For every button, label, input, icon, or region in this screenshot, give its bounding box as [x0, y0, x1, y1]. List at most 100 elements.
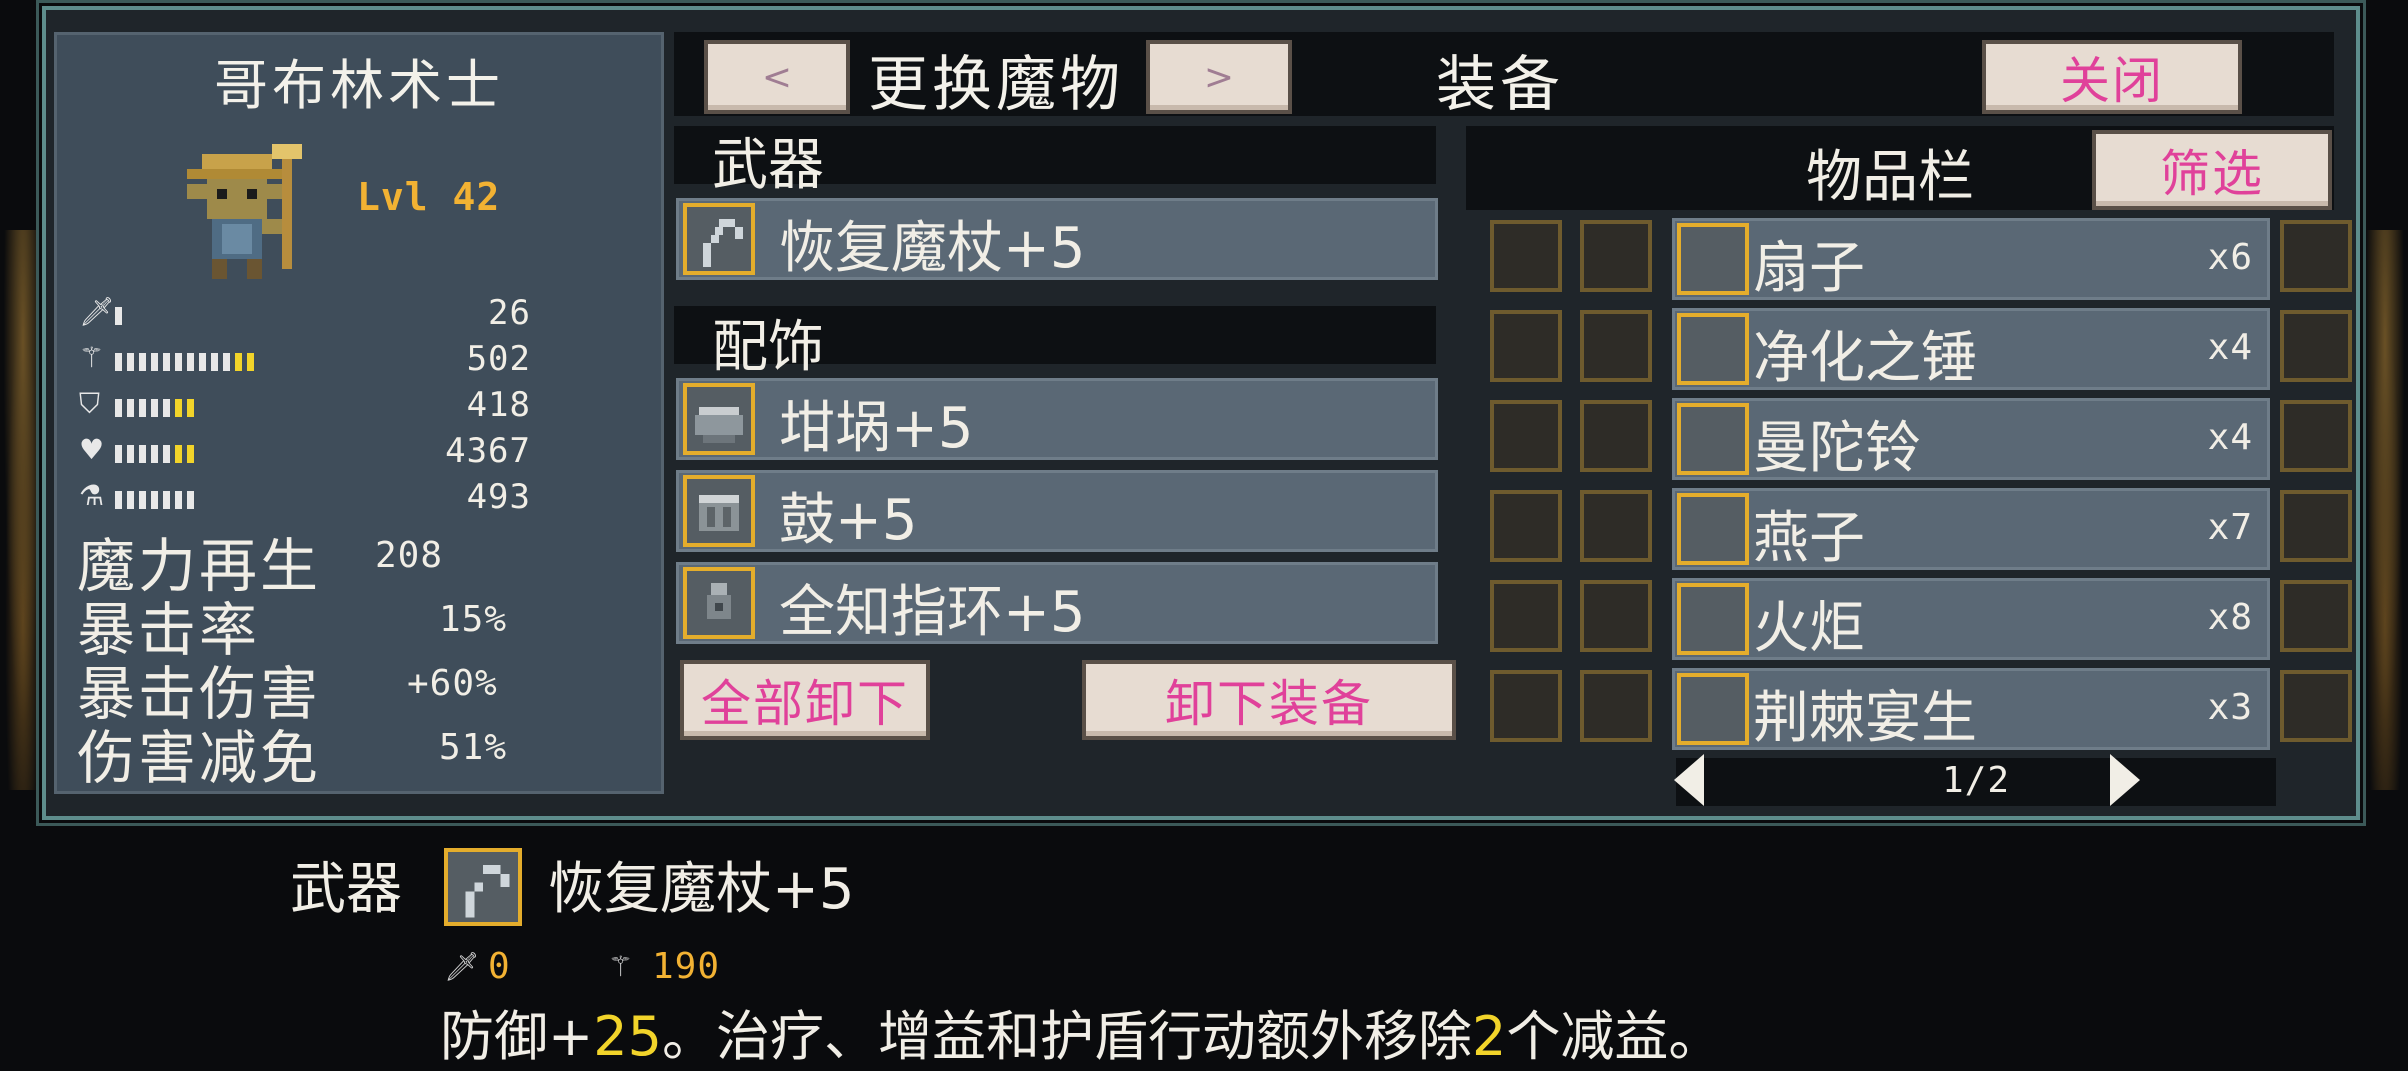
switch-monster-label: 更换魔物 — [868, 50, 1124, 120]
stat-value: 502 — [466, 339, 531, 379]
chevron-right-icon: > — [1203, 56, 1235, 98]
hammer-icon — [1677, 313, 1749, 385]
feather-icon[interactable] — [1580, 310, 1652, 382]
damage-reduction-label: 伤害减免 — [77, 724, 322, 792]
unequip-button[interactable]: 卸下装备 — [1082, 660, 1456, 740]
stat-value: 26 — [488, 293, 531, 333]
item-name: 荆棘宴生 — [1753, 686, 1977, 751]
inventory-title: 物品栏 — [1806, 145, 1974, 210]
item-count: x8 — [2207, 597, 2253, 638]
tooltip-attack-value: 0 — [488, 946, 511, 987]
sword-icon[interactable] — [2280, 490, 2352, 562]
cauldron-icon — [683, 383, 755, 455]
damage-reduction-value: 51% — [439, 727, 508, 768]
weapon-slot-row[interactable]: 恢复魔杖+5 — [676, 198, 1438, 281]
stat-bar — [115, 353, 254, 371]
crit-damage-value: +60% — [407, 663, 498, 704]
item-name: 扇子 — [1753, 236, 1865, 301]
stat-bar — [115, 491, 194, 509]
list-item[interactable]: 扇子 x6 — [1672, 218, 2270, 301]
next-monster-button[interactable]: > — [1146, 40, 1292, 114]
sickle-icon[interactable] — [1580, 220, 1652, 292]
accessory-section-header: 配饰 — [674, 306, 1436, 380]
axe-icon[interactable] — [2280, 580, 2352, 652]
filter-button[interactable]: 筛选 — [2092, 130, 2332, 210]
item-name: 火炬 — [1753, 596, 1865, 661]
crit-rate-value: 15% — [439, 599, 508, 640]
crook-icon[interactable] — [2280, 670, 2352, 742]
bell-icon[interactable] — [1490, 310, 1562, 382]
spear-icon — [1677, 493, 1749, 565]
accessory-slot-row[interactable]: 全知指环+5 — [676, 562, 1438, 645]
fan-icon — [1677, 223, 1749, 295]
brush-icon[interactable] — [1490, 670, 1562, 742]
tooltip-item-name: 恢复魔杖+5 — [548, 857, 855, 922]
list-item[interactable]: 净化之锤 x4 — [1672, 308, 2270, 391]
equipment-window: 哥布林术士 Lvl 42 🗡 26 ⚚ 502 ⛉ 418 ♥ 4367 ⚗ 4… — [42, 6, 2360, 820]
horn-icon[interactable] — [1580, 670, 1652, 742]
prev-page-arrow-icon[interactable] — [1674, 754, 1704, 806]
staff-icon — [683, 203, 755, 275]
item-name: 净化之锤 — [1753, 326, 1977, 391]
item-count: x7 — [2207, 507, 2253, 548]
chevron-left-icon: < — [761, 56, 793, 98]
accessory-name: 全知指环+5 — [779, 580, 1086, 645]
stat-value: 493 — [466, 477, 531, 517]
prev-monster-button[interactable]: < — [704, 40, 850, 114]
ring-icon — [683, 567, 755, 639]
tooltip-magic-value: 190 — [652, 946, 721, 987]
item-tooltip: 武器 恢复魔杖+5 🗡 0 ⚚ 190 防御+25。治疗、增益和护盾行动额外移除… — [0, 830, 2408, 1068]
item-name: 燕子 — [1753, 506, 1865, 571]
orb-icon[interactable] — [1580, 490, 1652, 562]
stat-value: 418 — [466, 385, 531, 425]
list-item[interactable]: 曼陀铃 x4 — [1672, 398, 2270, 481]
weapon-name: 恢复魔杖+5 — [779, 216, 1086, 281]
flask-icon: ⚗ — [79, 479, 105, 512]
stat-bar — [115, 445, 194, 463]
accessory-section-label: 配饰 — [712, 315, 824, 380]
unequip-all-button[interactable]: 全部卸下 — [680, 660, 930, 740]
wand-icon[interactable] — [1490, 580, 1562, 652]
blade-icon[interactable] — [1580, 580, 1652, 652]
page-indicator: 1/2 — [1941, 760, 2011, 801]
character-name: 哥布林术士 — [214, 54, 504, 117]
shield-icon: ⛉ — [79, 387, 101, 420]
list-item[interactable]: 火炬 x8 — [1672, 578, 2270, 661]
item-count: x3 — [2207, 687, 2253, 728]
staff-icon[interactable] — [1580, 400, 1652, 472]
list-item[interactable]: 荆棘宴生 x3 — [1672, 668, 2270, 751]
stat-bar — [115, 399, 194, 417]
item-count: x6 — [2207, 237, 2253, 278]
item-name: 曼陀铃 — [1753, 416, 1921, 481]
staff-icon: ⚚ — [608, 950, 634, 983]
hook-icon[interactable] — [2280, 310, 2352, 382]
right-background-glow — [2362, 230, 2408, 790]
accessory-slot-row[interactable]: 鼓+5 — [676, 470, 1438, 553]
mana-regen-value: 208 — [375, 535, 444, 576]
mace-icon[interactable] — [2280, 400, 2352, 472]
tooltip-slot-label: 武器 — [290, 857, 402, 922]
close-button[interactable]: 关闭 — [1982, 40, 2242, 114]
mandolin-icon — [1677, 403, 1749, 475]
drum-icon — [683, 475, 755, 547]
accessory-slot-row[interactable]: 坩埚+5 — [676, 378, 1438, 461]
staff-icon: ⚚ — [79, 341, 105, 374]
item-count: x4 — [2207, 417, 2253, 458]
character-level: Lvl 42 — [357, 175, 501, 219]
fork-icon[interactable] — [2280, 220, 2352, 292]
sword-icon: 🗡 — [444, 950, 480, 983]
stat-value: 4367 — [445, 431, 531, 471]
next-page-arrow-icon[interactable] — [2110, 754, 2140, 806]
gauntlet-icon[interactable] — [1490, 490, 1562, 562]
feather-icon[interactable] — [1490, 220, 1562, 292]
dagger-icon[interactable] — [1490, 400, 1562, 472]
sword-icon: 🗡 — [79, 295, 115, 328]
page-title: 装备 — [1436, 50, 1564, 120]
weapon-section-label: 武器 — [712, 133, 824, 198]
item-count: x4 — [2207, 327, 2253, 368]
torch-icon — [1677, 583, 1749, 655]
accessory-name: 坩埚+5 — [779, 396, 974, 461]
left-background-glow — [0, 230, 46, 790]
character-panel: 哥布林术士 Lvl 42 🗡 26 ⚚ 502 ⛉ 418 ♥ 4367 ⚗ 4… — [54, 32, 664, 794]
list-item[interactable]: 燕子 x7 — [1672, 488, 2270, 571]
